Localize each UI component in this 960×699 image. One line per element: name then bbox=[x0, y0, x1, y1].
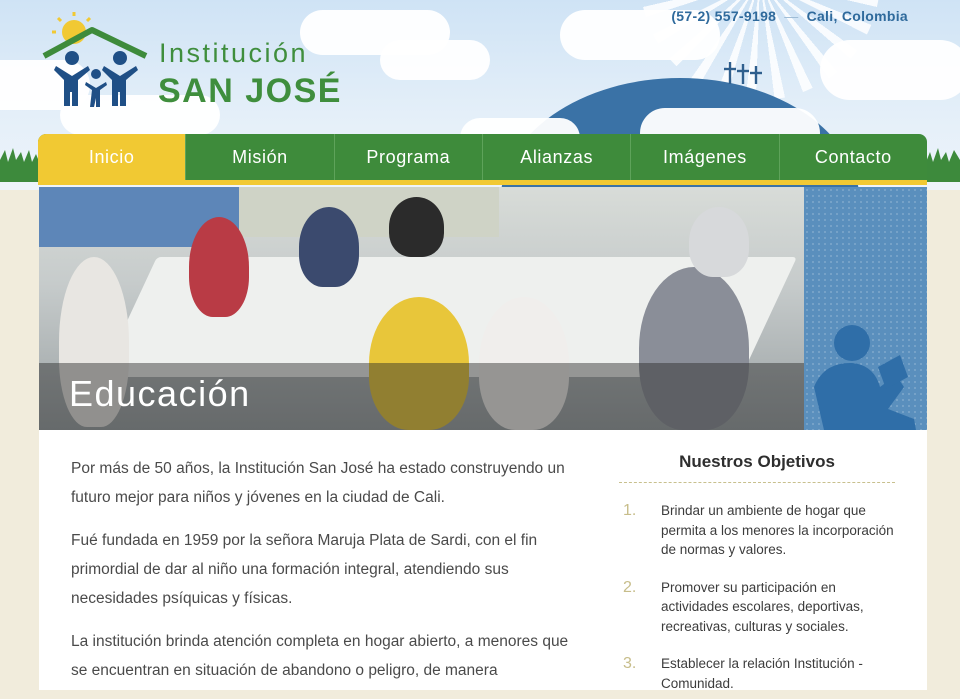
objectives-title: Nuestros Objetivos bbox=[619, 452, 895, 483]
objective-number: 1. bbox=[623, 502, 637, 519]
logo-title-line2: SAN JOSÉ bbox=[158, 72, 342, 110]
nav-item-imagenes[interactable]: Imágenes bbox=[630, 134, 778, 180]
nav-item-programa[interactable]: Programa bbox=[333, 134, 482, 180]
paragraph: Por más de 50 años, la Institución San J… bbox=[71, 460, 565, 506]
phone-number[interactable]: (57-2) 557-9198 bbox=[671, 8, 776, 24]
objective-number: 3. bbox=[623, 655, 637, 672]
grass-right bbox=[926, 148, 960, 182]
objective-number: 2. bbox=[623, 578, 637, 596]
hero-title: Educación bbox=[69, 373, 251, 414]
paragraph: Fué fundada en 1959 por la señora Maruja… bbox=[71, 532, 538, 607]
intro-text: Por más de 50 años, la Institución San J… bbox=[71, 454, 571, 699]
objective-text: Establecer la relación Institución - Com… bbox=[661, 656, 863, 691]
nav-item-mision[interactable]: Misión bbox=[185, 134, 333, 180]
hero-banner: Educación bbox=[39, 187, 927, 430]
contact-info: (57-2) 557-9198 — Cali, Colombia bbox=[671, 8, 908, 24]
contact-separator: — bbox=[784, 8, 799, 24]
hero-side-panel bbox=[804, 187, 927, 430]
objectives-sidebar: Nuestros Objetivos 1. Brindar un ambient… bbox=[619, 452, 895, 693]
crosses-icon bbox=[724, 62, 762, 84]
content-area: Por más de 50 años, la Institución San J… bbox=[39, 430, 927, 693]
objective-text: Promover su participación en actividades… bbox=[661, 579, 864, 634]
city-label: Cali, Colombia bbox=[806, 8, 908, 24]
main-navigation: Inicio Misión Programa Alianzas Imágenes… bbox=[38, 134, 927, 185]
paragraph: La institución brinda atención completa … bbox=[71, 633, 569, 679]
nav-item-inicio[interactable]: Inicio bbox=[38, 134, 186, 180]
logo-family-icon bbox=[42, 12, 148, 107]
nav-item-alianzas[interactable]: Alianzas bbox=[481, 134, 630, 180]
objective-item: 2. Promover su participación en activida… bbox=[619, 578, 895, 637]
objective-text: Brindar un ambiente de hogar que permita… bbox=[661, 503, 894, 557]
reading-child-icon bbox=[814, 325, 916, 430]
objective-item: 1. Brindar un ambiente de hogar que perm… bbox=[619, 501, 895, 560]
objective-item: 3. Establecer la relación Institución - … bbox=[619, 654, 895, 693]
nav-item-contacto[interactable]: Contacto bbox=[778, 134, 927, 180]
site-logo[interactable]: Institución SAN JOSÉ bbox=[42, 10, 372, 120]
logo-title-line1: Institución bbox=[159, 38, 309, 68]
grass-left bbox=[0, 148, 40, 182]
